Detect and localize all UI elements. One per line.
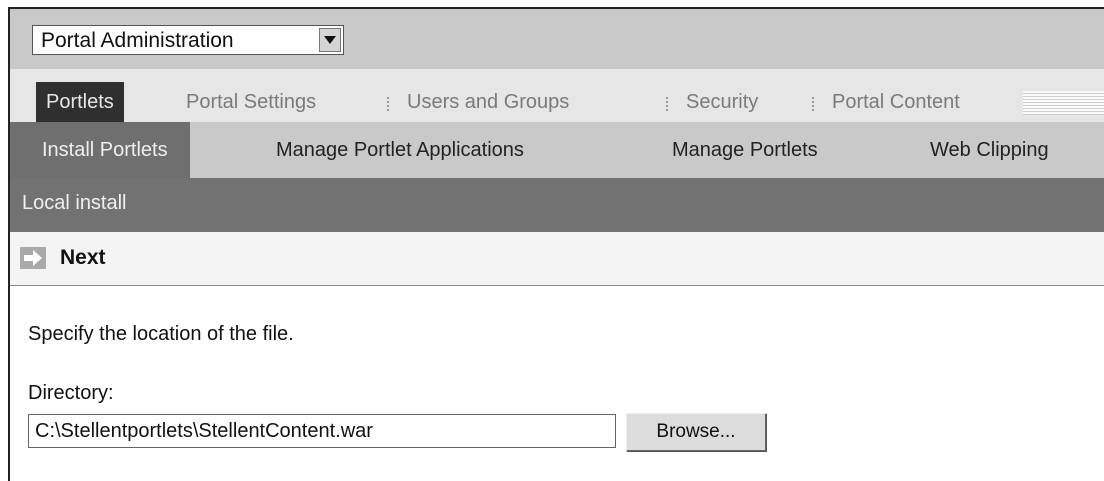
subtab-web-clipping[interactable]: Web Clipping xyxy=(930,122,1049,178)
tab-portal-content[interactable]: Portal Content xyxy=(832,82,960,122)
portal-select[interactable]: Portal Administration xyxy=(32,25,344,55)
main-tabs: Portlets Portal Settings Users and Group… xyxy=(10,69,1104,122)
next-button[interactable]: Next xyxy=(60,246,106,270)
portal-selector-bar: Portal Administration xyxy=(10,9,1104,69)
directory-input[interactable] xyxy=(28,414,616,448)
tab-separator xyxy=(812,97,814,111)
section-header: Local install xyxy=(10,178,1104,232)
subtab-manage-portlet-applications[interactable]: Manage Portlet Applications xyxy=(276,122,524,178)
tab-bar-filler xyxy=(1023,91,1104,115)
portal-admin-window: Portal Administration Portlets Portal Se… xyxy=(8,7,1104,481)
arrow-right-icon[interactable] xyxy=(20,247,46,269)
portal-select-value: Portal Administration xyxy=(41,29,234,52)
tab-users-and-groups[interactable]: Users and Groups xyxy=(407,82,569,122)
tab-security[interactable]: Security xyxy=(686,82,758,122)
subtab-install-portlets[interactable]: Install Portlets xyxy=(10,122,190,178)
tab-portlets[interactable]: Portlets xyxy=(36,82,124,122)
sub-tabs: Install Portlets Manage Portlet Applicat… xyxy=(10,122,1104,178)
tab-portal-settings[interactable]: Portal Settings xyxy=(186,82,316,122)
section-title: Local install xyxy=(22,192,127,214)
instruction-text: Specify the location of the file. xyxy=(28,323,294,345)
chevron-down-icon[interactable] xyxy=(319,28,341,52)
wizard-nav-bar: Next xyxy=(10,232,1104,286)
tab-separator xyxy=(666,97,668,111)
tab-separator xyxy=(387,97,389,111)
subtab-manage-portlets[interactable]: Manage Portlets xyxy=(672,122,818,178)
browse-button[interactable]: Browse... xyxy=(626,413,766,451)
directory-label: Directory: xyxy=(28,382,114,404)
